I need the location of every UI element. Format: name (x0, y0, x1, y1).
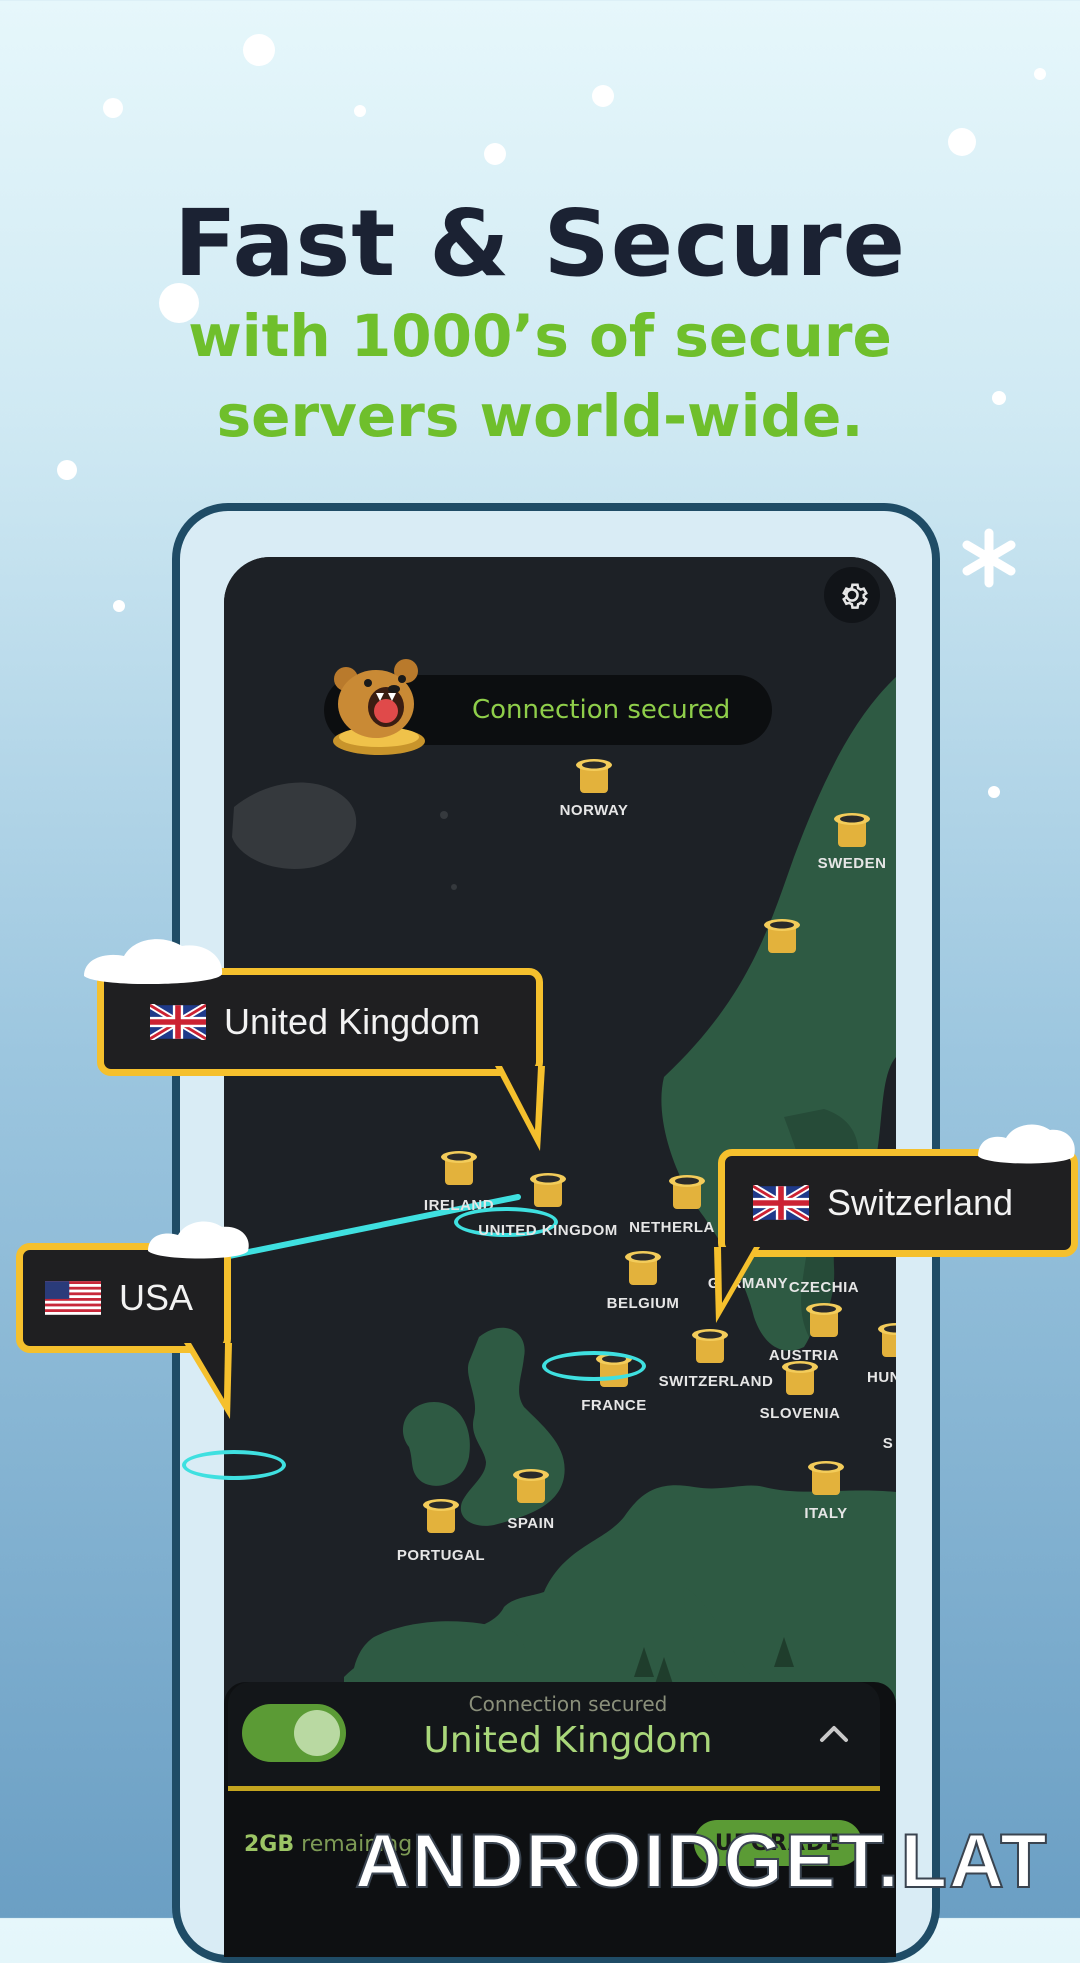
server-pot-icon[interactable] (832, 809, 872, 849)
server-pot-icon[interactable] (876, 1319, 896, 1359)
snowflake (484, 143, 506, 165)
callout-switzerland-label: Switzerland (827, 1182, 1014, 1223)
uk-flag-icon (150, 1004, 206, 1040)
headline-title: Fast & Secure (173, 190, 907, 297)
app-screen: Connection secured NORWAY SWEDEN IRELAND… (224, 557, 896, 1957)
usa-server-ring (182, 1450, 286, 1480)
snowflake (988, 786, 1000, 798)
server-pot-icon[interactable] (780, 1357, 820, 1397)
panel-status-text: Connection secured (468, 1692, 668, 1716)
server-pot-icon[interactable] (623, 1247, 663, 1287)
server-label: CZECHIA (788, 1279, 860, 1296)
snowflake (354, 105, 366, 117)
callout-usa-label: USA (119, 1277, 194, 1318)
active-server-ring (542, 1351, 646, 1381)
server-label: SWITZERLAND (658, 1373, 774, 1390)
chevron-up-icon[interactable] (814, 1714, 854, 1754)
server-pot-icon[interactable] (667, 1171, 707, 1211)
server-label: UNITED KINGDOM (478, 1222, 618, 1239)
server-pot-icon[interactable] (762, 915, 802, 955)
gear-icon (842, 583, 868, 609)
server-pot-icon[interactable] (528, 1169, 568, 1209)
bear-in-pot-icon (333, 659, 425, 755)
server-pot-icon[interactable] (574, 755, 614, 795)
server-pot-icon[interactable] (690, 1325, 730, 1365)
server-pot-icon[interactable] (421, 1495, 461, 1535)
server-label: FRANCE (581, 1397, 647, 1414)
snowflake (592, 85, 614, 107)
uk-flag-icon (753, 1185, 809, 1221)
callout-pointer (714, 1247, 760, 1323)
snow-cap (84, 939, 223, 985)
server-label: S (882, 1435, 894, 1452)
server-label: SWEDEN (817, 855, 887, 872)
data-remaining-amount: 2GB (244, 1832, 295, 1857)
settings-button[interactable] (824, 567, 880, 623)
snowflake (103, 98, 123, 118)
connection-card[interactable]: Connection secured United Kingdom (228, 1682, 880, 1791)
toggle-knob (294, 1710, 340, 1756)
headline-subtitle-line1: with 1000’s of secure (188, 302, 892, 370)
server-label: NORWAY (559, 802, 629, 819)
connection-status-text: Connection secured (472, 695, 731, 725)
server-label: SLOVENIA (759, 1405, 841, 1422)
callout-pointer (184, 1343, 232, 1419)
snowflake (57, 460, 77, 480)
server-label: ITALY (804, 1505, 848, 1522)
headline-subtitle-line2: servers world-wide. (216, 382, 864, 450)
snowflake (1034, 68, 1046, 80)
server-label: PORTUGAL (396, 1547, 486, 1564)
server-pot-icon[interactable] (804, 1299, 844, 1339)
server-label: NETHERLA (629, 1219, 715, 1236)
snowflake (243, 34, 275, 66)
snowflake-icon (962, 528, 1016, 588)
callout-pointer (495, 1066, 545, 1151)
server-label: HUN (867, 1369, 896, 1386)
server-label: BELGIUM (606, 1295, 680, 1312)
server-label: SPAIN (507, 1515, 555, 1532)
server-pot-icon[interactable] (806, 1457, 846, 1497)
callout-uk-label: United Kingdom (224, 1001, 481, 1042)
snowflake (113, 600, 125, 612)
vpn-toggle[interactable] (242, 1704, 346, 1762)
snow-cap (148, 1221, 249, 1259)
server-pot-icon[interactable] (439, 1147, 479, 1187)
us-flag-icon (45, 1281, 101, 1315)
panel-country-text: United Kingdom (423, 1720, 713, 1761)
server-pot-icon[interactable] (511, 1465, 551, 1505)
snowflake (948, 128, 976, 156)
snow-cap (978, 1124, 1075, 1164)
watermark: ANDROIDGET.LAT (354, 1818, 1049, 1905)
